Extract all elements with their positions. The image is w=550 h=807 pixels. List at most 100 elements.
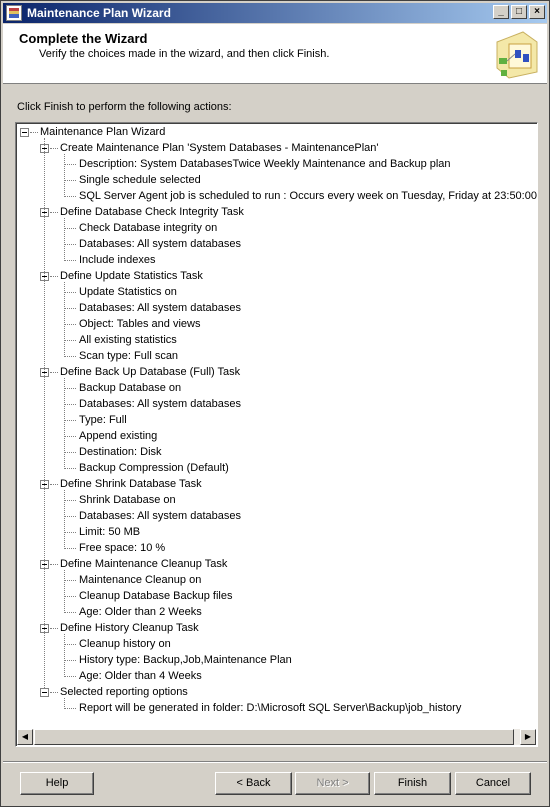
tree-node-label: Destination: Disk bbox=[79, 446, 162, 458]
tree-detail-node[interactable]: Databases: All system databases bbox=[16, 508, 537, 524]
tree-task-node[interactable]: Define Back Up Database (Full) Task bbox=[16, 364, 537, 380]
tree-connector bbox=[64, 490, 65, 549]
scroll-right-icon[interactable]: ▶ bbox=[520, 729, 536, 745]
tree-node-label: All existing statistics bbox=[79, 334, 177, 346]
tree-detail-node[interactable]: Single schedule selected bbox=[16, 172, 537, 188]
back-button[interactable]: < Back bbox=[215, 772, 292, 795]
tree-connector bbox=[64, 634, 65, 677]
tree-detail-node[interactable]: Maintenance Cleanup on bbox=[16, 572, 537, 588]
close-button[interactable]: × bbox=[529, 5, 545, 19]
tree-detail-node[interactable]: Cleanup Database Backup files bbox=[16, 588, 537, 604]
tree-detail-node[interactable]: Scan type: Full scan bbox=[16, 348, 537, 364]
tree-detail-node[interactable]: Report will be generated in folder: D:\M… bbox=[16, 700, 537, 716]
maximize-button[interactable]: □ bbox=[511, 5, 527, 19]
tree-node-label: Single schedule selected bbox=[79, 174, 201, 186]
summary-tree[interactable]: Maintenance Plan Wizard Create Maintenanc… bbox=[16, 123, 537, 729]
tree-detail-node[interactable]: History type: Backup,Job,Maintenance Pla… bbox=[16, 652, 537, 668]
tree-node-label: Report will be generated in folder: D:\M… bbox=[79, 702, 462, 714]
tree-task-node[interactable]: Create Maintenance Plan 'System Database… bbox=[16, 140, 537, 156]
tree-detail-node[interactable]: Databases: All system databases bbox=[16, 300, 537, 316]
tree-root[interactable]: Maintenance Plan Wizard bbox=[16, 124, 537, 140]
tree-node-label: Define Back Up Database (Full) Task bbox=[60, 366, 241, 378]
tree-detail-node[interactable]: Type: Full bbox=[16, 412, 537, 428]
tree-task-node[interactable]: Define Shrink Database Task bbox=[16, 476, 537, 492]
finish-button[interactable]: Finish bbox=[374, 772, 451, 795]
tree-task-node[interactable]: Define Update Statistics Task bbox=[16, 268, 537, 284]
tree-node-label: Limit: 50 MB bbox=[79, 526, 141, 538]
tree-node-label: Selected reporting options bbox=[60, 686, 188, 698]
app-icon bbox=[6, 5, 22, 21]
tree-detail-node[interactable]: Limit: 50 MB bbox=[16, 524, 537, 540]
tree-node-label: Shrink Database on bbox=[79, 494, 176, 506]
tree-connector bbox=[64, 500, 76, 501]
tree-detail-node[interactable]: Free space: 10 % bbox=[16, 540, 537, 556]
tree-connector bbox=[64, 292, 76, 293]
tree-connector bbox=[64, 420, 76, 421]
wizard-header: Complete the Wizard Verify the choices m… bbox=[3, 24, 547, 84]
tree-node-label: Age: Older than 2 Weeks bbox=[79, 606, 202, 618]
tree-node-label: Cleanup history on bbox=[79, 638, 171, 650]
tree-detail-node[interactable]: Age: Older than 2 Weeks bbox=[16, 604, 537, 620]
tree-connector bbox=[64, 244, 76, 245]
tree-detail-node[interactable]: Check Database integrity on bbox=[16, 220, 537, 236]
tree-connector bbox=[64, 548, 76, 549]
tree-node-label: Define History Cleanup Task bbox=[60, 622, 199, 634]
scrollbar-thumb[interactable] bbox=[34, 729, 514, 745]
tree-node-label: Backup Compression (Default) bbox=[79, 462, 229, 474]
collapse-icon[interactable] bbox=[40, 688, 49, 697]
tree-node-label: Define Maintenance Cleanup Task bbox=[60, 558, 228, 570]
tree-connector bbox=[64, 388, 76, 389]
tree-detail-node[interactable]: Backup Compression (Default) bbox=[16, 460, 537, 476]
tree-node-label: Databases: All system databases bbox=[79, 398, 242, 410]
tree-connector bbox=[64, 154, 65, 197]
tree-detail-node[interactable]: Destination: Disk bbox=[16, 444, 537, 460]
title-bar[interactable]: Maintenance Plan Wizard _ □ × bbox=[3, 3, 547, 23]
tree-connector bbox=[64, 580, 76, 581]
tree-node-label: Define Shrink Database Task bbox=[60, 478, 202, 490]
tree-detail-node[interactable]: Shrink Database on bbox=[16, 492, 537, 508]
tree-connector bbox=[64, 612, 76, 613]
tree-detail-node[interactable]: Include indexes bbox=[16, 252, 537, 268]
tree-node-label: Databases: All system databases bbox=[79, 510, 242, 522]
cancel-button[interactable]: Cancel bbox=[455, 772, 531, 795]
tree-connector bbox=[50, 148, 58, 149]
tree-node-label: Cleanup Database Backup files bbox=[79, 590, 233, 602]
tree-task-node[interactable]: Define Database Check Integrity Task bbox=[16, 204, 537, 220]
tree-node-label: History type: Backup,Job,Maintenance Pla… bbox=[79, 654, 292, 666]
tree-task-node[interactable]: Define History Cleanup Task bbox=[16, 620, 537, 636]
tree-detail-node[interactable]: Description: System DatabasesTwice Weekl… bbox=[16, 156, 537, 172]
tree-node-label: Backup Database on bbox=[79, 382, 182, 394]
tree-connector bbox=[64, 282, 65, 357]
tree-connector bbox=[50, 372, 58, 373]
tree-detail-node[interactable]: Databases: All system databases bbox=[16, 396, 537, 412]
tree-task-node[interactable]: Define Maintenance Cleanup Task bbox=[16, 556, 537, 572]
tree-task-node[interactable]: Selected reporting options bbox=[16, 684, 537, 700]
tree-detail-node[interactable]: Update Statistics on bbox=[16, 284, 537, 300]
help-button[interactable]: Help bbox=[20, 772, 94, 795]
tree-connector bbox=[64, 378, 65, 469]
tree-detail-node[interactable]: All existing statistics bbox=[16, 332, 537, 348]
tree-node-label: Databases: All system databases bbox=[79, 302, 242, 314]
tree-detail-node[interactable]: SQL Server Agent job is scheduled to run… bbox=[16, 188, 537, 204]
minimize-button[interactable]: _ bbox=[493, 5, 509, 19]
next-button[interactable]: Next > bbox=[295, 772, 370, 795]
tree-node-label: Check Database integrity on bbox=[79, 222, 218, 234]
tree-connector bbox=[64, 452, 76, 453]
window-title: Maintenance Plan Wizard bbox=[27, 6, 171, 20]
tree-detail-node[interactable]: Append existing bbox=[16, 428, 537, 444]
tree-connector bbox=[64, 340, 76, 341]
horizontal-scrollbar[interactable]: ◀ ▶ bbox=[17, 729, 536, 745]
tree-detail-node[interactable]: Age: Older than 4 Weeks bbox=[16, 668, 537, 684]
tree-connector bbox=[64, 356, 76, 357]
tree-node-label: Age: Older than 4 Weeks bbox=[79, 670, 202, 682]
summary-tree-panel[interactable]: Maintenance Plan Wizard Create Maintenanc… bbox=[15, 122, 538, 747]
page-subtitle: Verify the choices made in the wizard, a… bbox=[39, 48, 330, 60]
tree-detail-node[interactable]: Backup Database on bbox=[16, 380, 537, 396]
scroll-left-icon[interactable]: ◀ bbox=[17, 729, 33, 745]
tree-detail-node[interactable]: Databases: All system databases bbox=[16, 236, 537, 252]
tree-detail-node[interactable]: Cleanup history on bbox=[16, 636, 537, 652]
tree-connector bbox=[64, 660, 76, 661]
tree-detail-node[interactable]: Object: Tables and views bbox=[16, 316, 537, 332]
tree-node-label: Append existing bbox=[79, 430, 158, 442]
collapse-icon[interactable] bbox=[20, 128, 29, 137]
